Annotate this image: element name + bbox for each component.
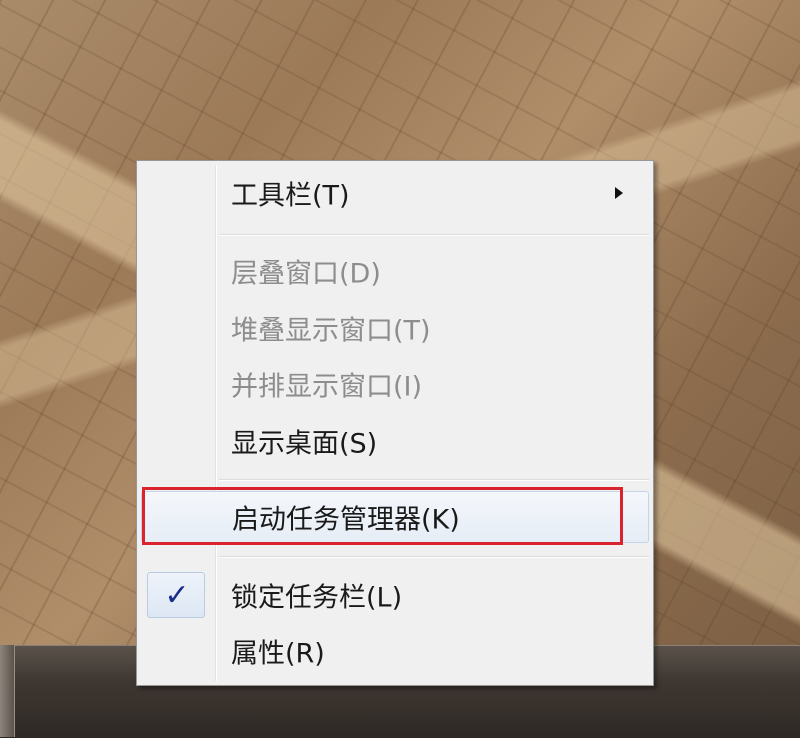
menu-item-label: 锁定任务栏(L) [231, 582, 403, 614]
menu-item-label: 层叠窗口(D) [231, 258, 381, 290]
menu-item-show-desktop[interactable]: 显示桌面(S) [141, 415, 649, 467]
menu-separator [219, 479, 649, 481]
menu-item-toolbars[interactable]: 工具栏(T) [141, 167, 649, 219]
menu-item-label: 启动任务管理器(K) [232, 504, 460, 536]
taskbar-edge [0, 645, 15, 737]
menu-item-label: 堆叠显示窗口(T) [231, 315, 431, 347]
taskbar-context-menu: 工具栏(T) 层叠窗口(D) 堆叠显示窗口(T) 并排显示窗口(I) 显示桌面(… [136, 160, 654, 686]
menu-item-stacked-windows[interactable]: 堆叠显示窗口(T) [141, 302, 649, 354]
menu-item-label: 并排显示窗口(I) [231, 371, 423, 403]
submenu-arrow-icon [615, 187, 623, 199]
check-indicator: ✓ [147, 572, 205, 618]
menu-separator [219, 234, 649, 236]
menu-item-label: 属性(R) [231, 638, 325, 670]
menu-item-label: 显示桌面(S) [231, 428, 378, 460]
menu-item-cascade-windows[interactable]: 层叠窗口(D) [141, 245, 649, 297]
menu-item-lock-taskbar[interactable]: ✓ 锁定任务栏(L) [141, 569, 649, 621]
menu-item-label: 工具栏(T) [231, 180, 350, 212]
menu-separator [219, 556, 649, 558]
menu-item-properties[interactable]: 属性(R) [141, 625, 649, 677]
menu-item-task-manager[interactable]: 启动任务管理器(K) [141, 491, 649, 543]
menu-item-side-by-side-windows[interactable]: 并排显示窗口(I) [141, 358, 649, 410]
check-icon: ✓ [164, 578, 190, 613]
